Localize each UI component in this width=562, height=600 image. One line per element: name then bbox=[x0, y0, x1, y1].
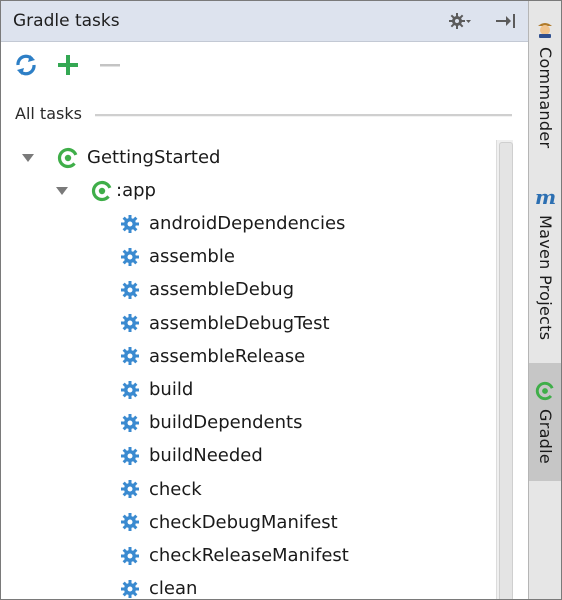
task-label: assembleRelease bbox=[149, 345, 306, 367]
task-label: assemble bbox=[149, 246, 235, 268]
task-gear-icon bbox=[120, 380, 140, 400]
strip-tab-label: Gradle bbox=[536, 409, 555, 465]
task-gear-icon bbox=[120, 546, 140, 566]
task-label: build bbox=[149, 379, 194, 400]
task-label: buildDependents bbox=[149, 412, 303, 434]
task-item[interactable]: assemble bbox=[120, 240, 235, 273]
task-label: assembleDebug bbox=[149, 279, 295, 301]
task-item[interactable]: build bbox=[120, 373, 193, 406]
gradle-tool-window: Gradle tasks All tasks GettingStarted:a… bbox=[1, 1, 529, 599]
task-gear-icon bbox=[120, 413, 140, 433]
tree-node-label: :app bbox=[116, 180, 156, 201]
strip-tab-label: Commander bbox=[536, 47, 555, 149]
task-gear-icon bbox=[120, 479, 140, 499]
task-item[interactable]: buildDependents bbox=[120, 406, 302, 439]
task-label: checkDebugManifest bbox=[149, 511, 338, 533]
tree-node-label: GettingStarted bbox=[87, 147, 221, 168]
vertical-scrollbar[interactable] bbox=[496, 140, 513, 599]
task-item[interactable]: assembleDebugTest bbox=[120, 307, 330, 340]
task-item[interactable]: checkReleaseManifest bbox=[120, 539, 349, 572]
section-label: All tasks bbox=[15, 104, 90, 123]
strip-tab-gradle[interactable]: Gradle bbox=[529, 363, 561, 481]
refresh-icon[interactable] bbox=[12, 51, 40, 79]
task-gear-icon bbox=[120, 280, 140, 300]
add-icon[interactable] bbox=[54, 51, 82, 79]
strip-tab-maven-projects[interactable]: m Maven Projects bbox=[529, 181, 561, 351]
task-item[interactable]: assembleDebug bbox=[120, 273, 294, 306]
right-tool-strip: Commander m Maven Projects Gradle bbox=[529, 1, 561, 599]
maven-icon: m bbox=[535, 185, 557, 209]
task-gear-icon bbox=[120, 214, 140, 234]
scrollbar-thumb[interactable] bbox=[499, 142, 513, 599]
remove-icon[interactable] bbox=[96, 51, 124, 79]
task-label: checkReleaseManifest bbox=[149, 545, 349, 566]
task-item[interactable]: buildNeeded bbox=[120, 439, 263, 472]
task-item[interactable]: checkDebugManifest bbox=[120, 506, 338, 539]
gradle-icon bbox=[57, 147, 79, 168]
panel-title: Gradle tasks bbox=[13, 11, 120, 31]
task-gear-icon bbox=[120, 446, 140, 466]
toolbar bbox=[1, 42, 528, 87]
gradle-icon bbox=[535, 381, 555, 401]
gradle-icon bbox=[91, 180, 113, 201]
expand-arrow-icon[interactable] bbox=[55, 184, 69, 198]
task-gear-icon bbox=[120, 313, 140, 333]
commander-icon bbox=[538, 23, 552, 38]
task-label: check bbox=[149, 478, 202, 500]
tree-node-module[interactable]: :app bbox=[55, 174, 156, 207]
task-item[interactable]: assembleRelease bbox=[120, 340, 305, 373]
tree-node-root[interactable]: GettingStarted bbox=[21, 141, 220, 174]
task-gear-icon bbox=[120, 346, 140, 366]
task-gear-icon bbox=[120, 512, 140, 532]
task-gear-icon bbox=[120, 247, 140, 267]
strip-tab-commander[interactable]: Commander bbox=[529, 15, 561, 165]
task-item[interactable]: check bbox=[120, 473, 202, 506]
task-item[interactable]: androidDependencies bbox=[120, 207, 345, 240]
separator-line bbox=[95, 114, 512, 117]
task-gear-icon bbox=[120, 579, 140, 599]
ide-frame: Gradle tasks All tasks GettingStarted:a… bbox=[0, 0, 562, 600]
task-label: clean bbox=[149, 578, 198, 599]
gear-dropdown-icon[interactable] bbox=[448, 10, 472, 32]
tool-window-header: Gradle tasks bbox=[1, 1, 528, 42]
task-label: buildNeeded bbox=[149, 445, 263, 467]
task-item[interactable]: clean bbox=[120, 572, 197, 599]
strip-tab-label: Maven Projects bbox=[536, 215, 555, 341]
task-label: androidDependencies bbox=[149, 213, 346, 234]
task-tree: GettingStarted :app androidDependencies a… bbox=[1, 140, 496, 599]
section-separator: All tasks bbox=[1, 96, 528, 132]
hide-panel-icon[interactable] bbox=[494, 11, 518, 31]
expand-arrow-icon[interactable] bbox=[21, 151, 35, 165]
task-label: assembleDebugTest bbox=[149, 312, 330, 334]
